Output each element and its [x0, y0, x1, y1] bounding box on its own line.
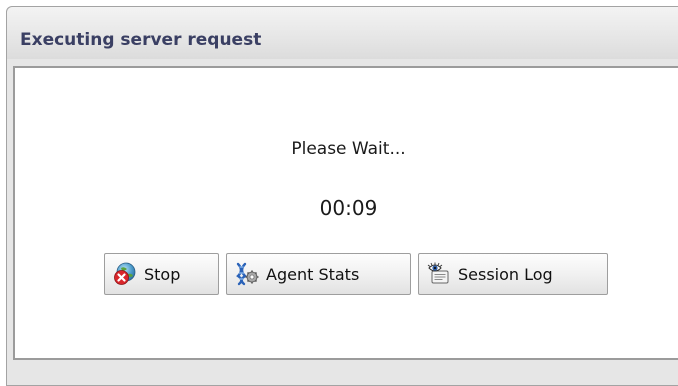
session-log-button-label: Session Log [458, 264, 553, 284]
dialog-title-bar[interactable]: Executing server request [7, 7, 678, 59]
elapsed-timer: 00:09 [319, 196, 378, 220]
stop-button-label: Stop [144, 264, 181, 284]
dialog-title: Executing server request [20, 30, 262, 50]
session-log-button[interactable]: Session Log [418, 253, 608, 295]
server-request-dialog: Executing server request Please Wait... … [6, 6, 678, 386]
agent-stats-button-label: Agent Stats [266, 264, 360, 284]
stop-globe-icon [113, 262, 137, 286]
agent-stats-icon [235, 262, 259, 286]
stop-button[interactable]: Stop [104, 253, 219, 295]
wait-message: Please Wait... [291, 139, 406, 159]
session-log-icon [427, 262, 451, 286]
dialog-content: Please Wait... 00:09 Stop Agent Stats Se… [13, 66, 678, 360]
agent-stats-button[interactable]: Agent Stats [226, 253, 411, 295]
